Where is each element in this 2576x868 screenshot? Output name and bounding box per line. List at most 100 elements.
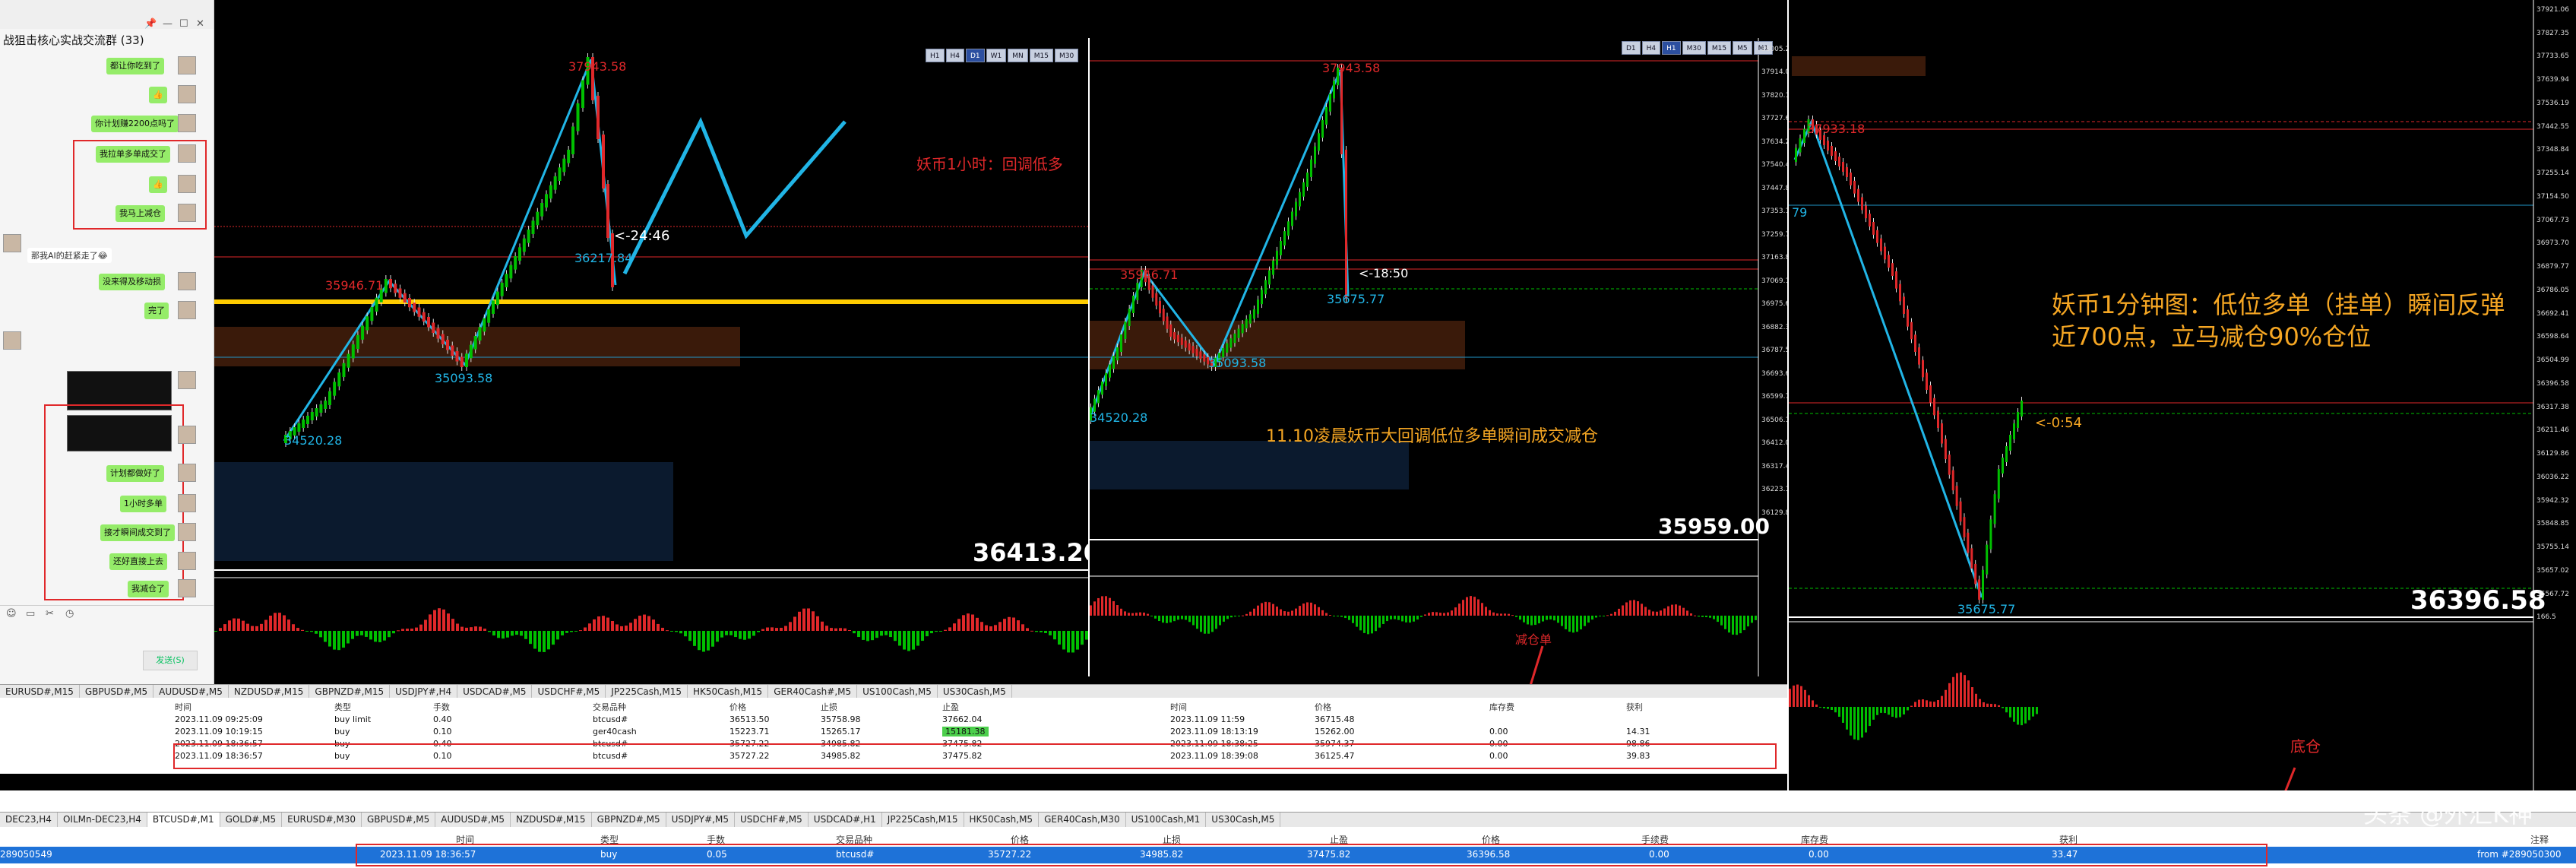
macd-bar — [1709, 616, 1711, 618]
close-icon[interactable]: ✕ — [196, 18, 204, 30]
symbol-tab[interactable]: GBPUSD#,M5 — [80, 685, 154, 698]
symbol-tab[interactable]: USDJPY#,M5 — [666, 813, 735, 827]
timeframe-button[interactable]: W1 — [986, 49, 1007, 62]
column-header[interactable]: 库存费 — [1489, 701, 1514, 713]
column-header[interactable]: 手数 — [433, 701, 450, 713]
column-header[interactable]: 价格 — [729, 701, 746, 713]
column-header[interactable]: 交易品种 — [593, 701, 626, 713]
avatar[interactable] — [178, 175, 196, 193]
maximize-icon[interactable]: ☐ — [179, 18, 188, 30]
avatar[interactable] — [178, 204, 196, 222]
macd-bar — [269, 615, 272, 631]
symbol-tab[interactable]: GBPNZD#,M15 — [309, 685, 391, 698]
avatar[interactable] — [178, 464, 196, 482]
chart-screenshot-thumbnail[interactable] — [67, 415, 172, 451]
column-header[interactable]: 止盈 — [942, 701, 959, 713]
macd-bar — [675, 631, 678, 632]
avatar[interactable] — [178, 301, 196, 319]
symbol-tab[interactable]: US30Cash,M5 — [1206, 813, 1281, 827]
symbol-tab[interactable]: USDCAD#,M5 — [457, 685, 533, 698]
symbol-tab[interactable]: AUDUSD#,M5 — [153, 685, 229, 698]
avatar[interactable] — [178, 426, 196, 444]
timeframe-button[interactable]: M30 — [1682, 41, 1706, 55]
symbol-tab[interactable]: EURUSD#,M30 — [282, 813, 362, 827]
chart-window-left[interactable]: H1 H4 D1 W1 MN M15 M30 37943.58 35946.71… — [214, 46, 1088, 676]
symbol-tab[interactable]: HK50Cash,M5 — [964, 813, 1040, 827]
column-header[interactable]: 获利 — [1626, 701, 1643, 713]
timeframe-button[interactable]: H4 — [1641, 41, 1661, 55]
symbol-tab[interactable]: USDCAD#,H1 — [809, 813, 882, 827]
avatar[interactable] — [178, 85, 196, 103]
symbol-tab[interactable]: HK50Cash,M15 — [688, 685, 769, 698]
symbol-tab[interactable]: USDCHF#,M5 — [735, 813, 809, 827]
timeframe-button[interactable]: H1 — [1662, 41, 1681, 55]
table-row[interactable]: 2023.11.09 09:25:09 buy limit 0.40 btcusd# 3… — [0, 714, 1787, 727]
symbol-tab[interactable]: BTCUSD#,M1 — [147, 813, 220, 827]
timeframe-button[interactable]: M15 — [1707, 41, 1732, 55]
axis-tick-label: 36598.64 — [2536, 333, 2569, 341]
avatar[interactable] — [178, 272, 196, 290]
send-button[interactable]: 发送(S) — [143, 651, 198, 670]
chart-window-right[interactable]: 37933.18 79 35675.77 <-0:54 妖币1分钟图：低位多单（… — [1787, 0, 2576, 806]
timeframe-button[interactable]: M5 — [1733, 41, 1752, 55]
folder-icon[interactable]: ▭ — [26, 608, 35, 619]
macd-bar — [597, 616, 600, 631]
symbol-tab[interactable]: GER40Cash#,M5 — [768, 685, 858, 698]
macd-bar — [369, 631, 372, 640]
timeframe-button[interactable]: H4 — [945, 49, 964, 62]
symbol-tab[interactable]: GBPUSD#,M5 — [362, 813, 436, 827]
macd-bar — [1800, 686, 1802, 707]
column-header[interactable]: 注释 — [2530, 833, 2549, 846]
table-row[interactable]: 2023.11.09 10:19:15 buy 0.10 ger40cash 15223… — [0, 727, 1787, 739]
avatar[interactable] — [178, 56, 196, 74]
column-header[interactable]: 时间 — [175, 701, 191, 713]
macd-bar — [1030, 630, 1033, 632]
symbol-tab[interactable]: GOLD#,M5 — [220, 813, 283, 827]
symbol-tab[interactable]: GER40Cash,M30 — [1039, 813, 1126, 827]
column-header[interactable]: 类型 — [334, 701, 351, 713]
column-header[interactable]: 价格 — [1315, 701, 1331, 713]
column-header[interactable]: 时间 — [1170, 701, 1187, 713]
symbol-tab[interactable]: US100Cash,M5 — [857, 685, 938, 698]
avatar[interactable] — [3, 331, 21, 350]
timeframe-button[interactable]: MN — [1008, 49, 1028, 62]
scissors-icon[interactable]: ✂ — [46, 608, 54, 619]
macd-bar — [688, 631, 691, 641]
axis-tick-label: 37163.84 — [1761, 254, 1787, 262]
emoji-icon[interactable]: ☺ — [6, 608, 17, 619]
minimize-icon[interactable]: — — [163, 18, 172, 30]
symbol-tab[interactable]: DEC23,H4 — [0, 813, 58, 827]
symbol-tab[interactable]: US30Cash,M5 — [938, 685, 1012, 698]
symbol-tab[interactable]: US100Cash,M1 — [1126, 813, 1207, 827]
timeframe-button[interactable]: D1 — [1622, 41, 1641, 55]
pin-icon[interactable]: 📌 — [144, 18, 157, 30]
timeframe-button[interactable]: M15 — [1029, 49, 1053, 62]
avatar[interactable] — [3, 234, 21, 252]
chart-window-mid[interactable]: D1 H4 H1 M30 M15 M5 M1 37943.58 35946.71… — [1088, 38, 1787, 676]
chat-history-icon[interactable]: ◷ — [65, 608, 74, 619]
candlesticks — [1795, 116, 2023, 603]
macd-bar — [497, 631, 500, 638]
avatar[interactable] — [178, 114, 196, 132]
symbol-tab[interactable]: USDJPY#,H4 — [390, 685, 458, 698]
timeframe-button[interactable]: H1 — [926, 49, 945, 62]
symbol-tab[interactable]: OILMn-DEC23,H4 — [58, 813, 147, 827]
symbol-tab[interactable]: NZDUSD#,M15 — [511, 813, 592, 827]
symbol-tab[interactable]: JP225Cash,M15 — [606, 685, 688, 698]
symbol-tab[interactable]: USDCHF#,M5 — [532, 685, 606, 698]
avatar[interactable] — [178, 494, 196, 512]
symbol-tab[interactable]: EURUSD#,M15 — [0, 685, 80, 698]
symbol-tab[interactable]: AUDUSD#,M5 — [435, 813, 511, 827]
avatar[interactable] — [178, 579, 196, 597]
avatar[interactable] — [178, 552, 196, 570]
timeframe-button[interactable]: D1 — [966, 49, 985, 62]
avatar[interactable] — [178, 144, 196, 163]
avatar[interactable] — [178, 523, 196, 541]
symbol-tab[interactable]: GBPNZD#,M5 — [592, 813, 666, 827]
symbol-tab[interactable]: NZDUSD#,M15 — [229, 685, 310, 698]
avatar[interactable] — [178, 371, 196, 389]
timeframe-button[interactable]: M30 — [1055, 49, 1079, 62]
symbol-tab[interactable]: JP225Cash,M15 — [882, 813, 964, 827]
column-header[interactable]: 止损 — [821, 701, 837, 713]
macd-bar — [1382, 616, 1385, 624]
